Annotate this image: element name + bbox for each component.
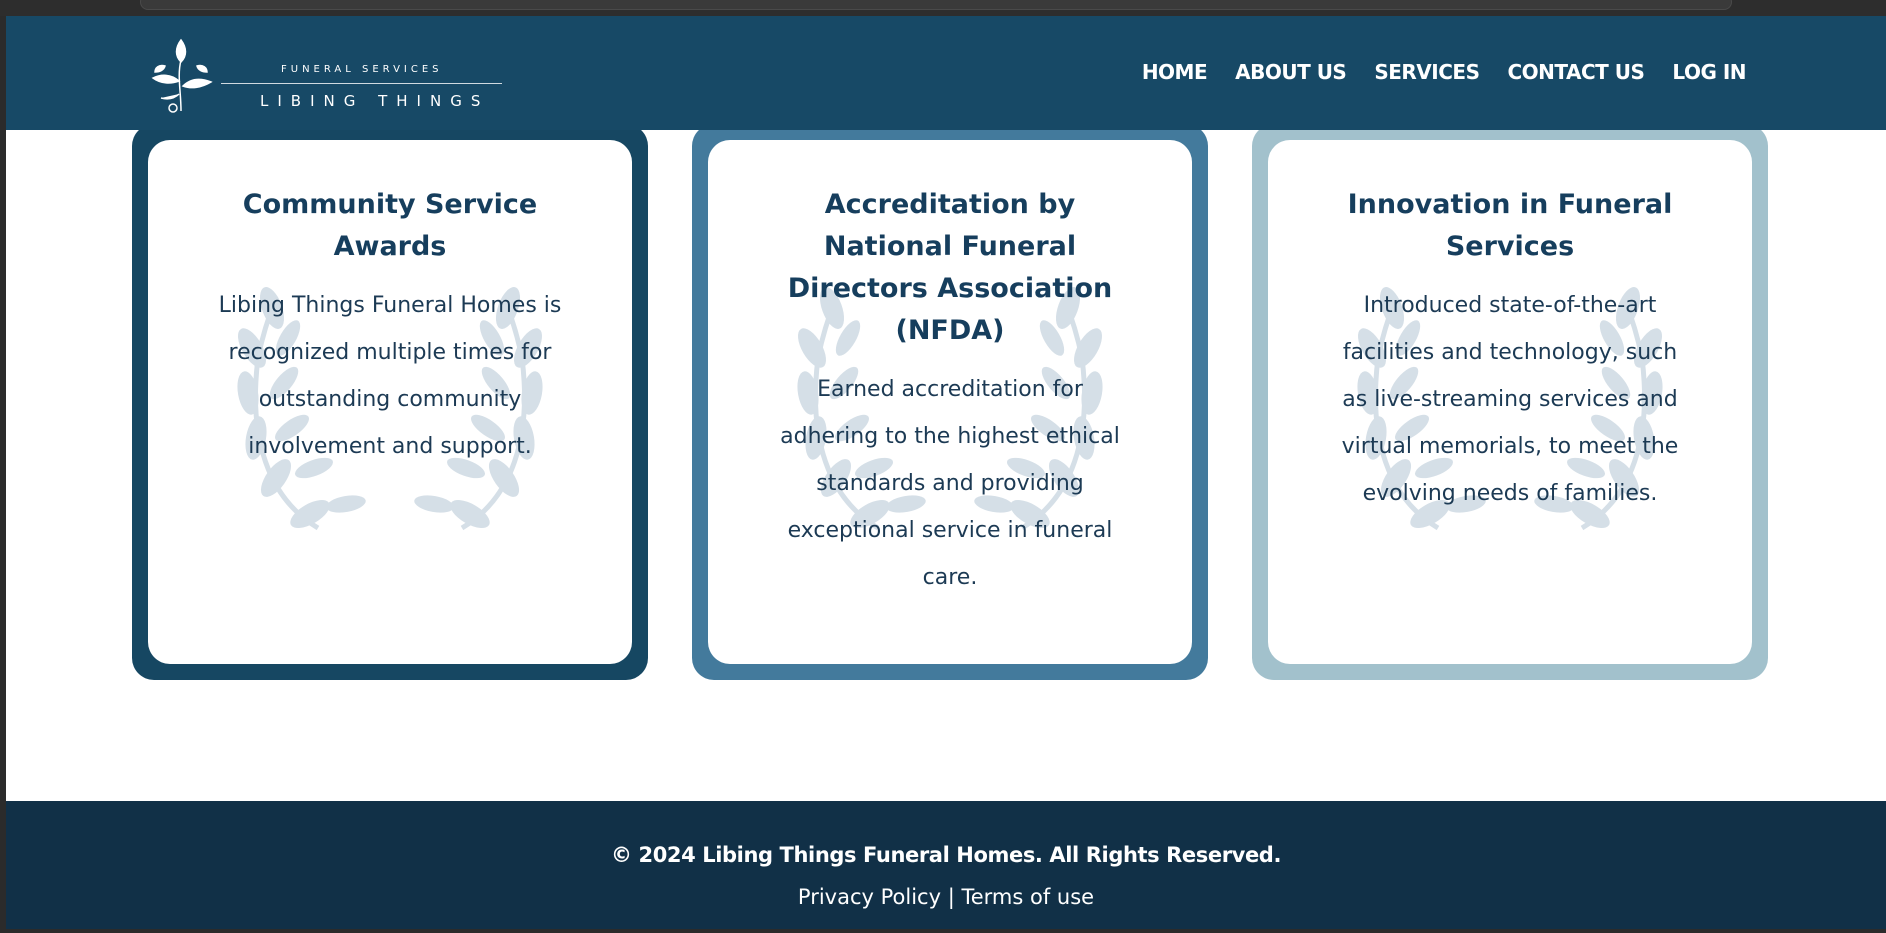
card-description: Libing Things Funeral Homes is recognize…: [218, 293, 562, 459]
site-footer: © 2024 Libing Things Funeral Homes. All …: [6, 801, 1886, 929]
card-title: Community Service Awards: [242, 189, 538, 262]
terms-of-use-link[interactable]: Terms of use: [961, 885, 1094, 909]
card-title: Innovation in Funeral Services: [1347, 189, 1673, 262]
footer-separator: |: [941, 885, 962, 909]
browser-top-strip: [0, 0, 1886, 16]
logo-title: LIBING THINGS: [260, 92, 490, 110]
logo-subtitle: FUNERAL SERVICES: [281, 64, 443, 75]
card-description: Earned accreditation for adhering to the…: [780, 377, 1120, 590]
logo-divider: [221, 83, 502, 84]
web-page: FUNERAL SERVICES LIBING THINGS HOME ABOU…: [6, 16, 1886, 929]
awards-cards: Community Service Awards Libing Things F…: [132, 124, 1772, 680]
sprig-leaf-icon: [151, 38, 213, 113]
card-body: Accreditation by National Funeral Direct…: [708, 140, 1192, 664]
address-bar[interactable]: [140, 0, 1732, 10]
card-description: Introduced state-of-the-art facilities a…: [1341, 293, 1679, 506]
privacy-policy-link[interactable]: Privacy Policy: [798, 885, 941, 909]
copyright-text: © 2024 Libing Things Funeral Homes. All …: [610, 843, 1282, 867]
card-title: Accreditation by National Funeral Direct…: [787, 189, 1113, 346]
site-header: FUNERAL SERVICES LIBING THINGS HOME ABOU…: [6, 16, 1886, 130]
nav-services[interactable]: SERVICES: [1374, 60, 1480, 84]
main-nav: HOME ABOUT US SERVICES CONTACT US LOG IN: [1142, 60, 1747, 84]
card-body: Innovation in Funeral Services Introduce…: [1268, 140, 1752, 664]
site-logo[interactable]: FUNERAL SERVICES LIBING THINGS: [141, 36, 511, 116]
nav-home[interactable]: HOME: [1142, 60, 1208, 84]
card-body: Community Service Awards Libing Things F…: [148, 140, 632, 664]
nav-contact-us[interactable]: CONTACT US: [1507, 60, 1644, 84]
award-card-innovation: Innovation in Funeral Services Introduce…: [1252, 124, 1768, 680]
nav-about-us[interactable]: ABOUT US: [1235, 60, 1347, 84]
award-card-community-service: Community Service Awards Libing Things F…: [132, 124, 648, 680]
footer-links: Privacy Policy | Terms of use: [6, 885, 1886, 909]
nav-log-in[interactable]: LOG IN: [1672, 60, 1746, 84]
award-card-nfda-accreditation: Accreditation by National Funeral Direct…: [692, 124, 1208, 680]
